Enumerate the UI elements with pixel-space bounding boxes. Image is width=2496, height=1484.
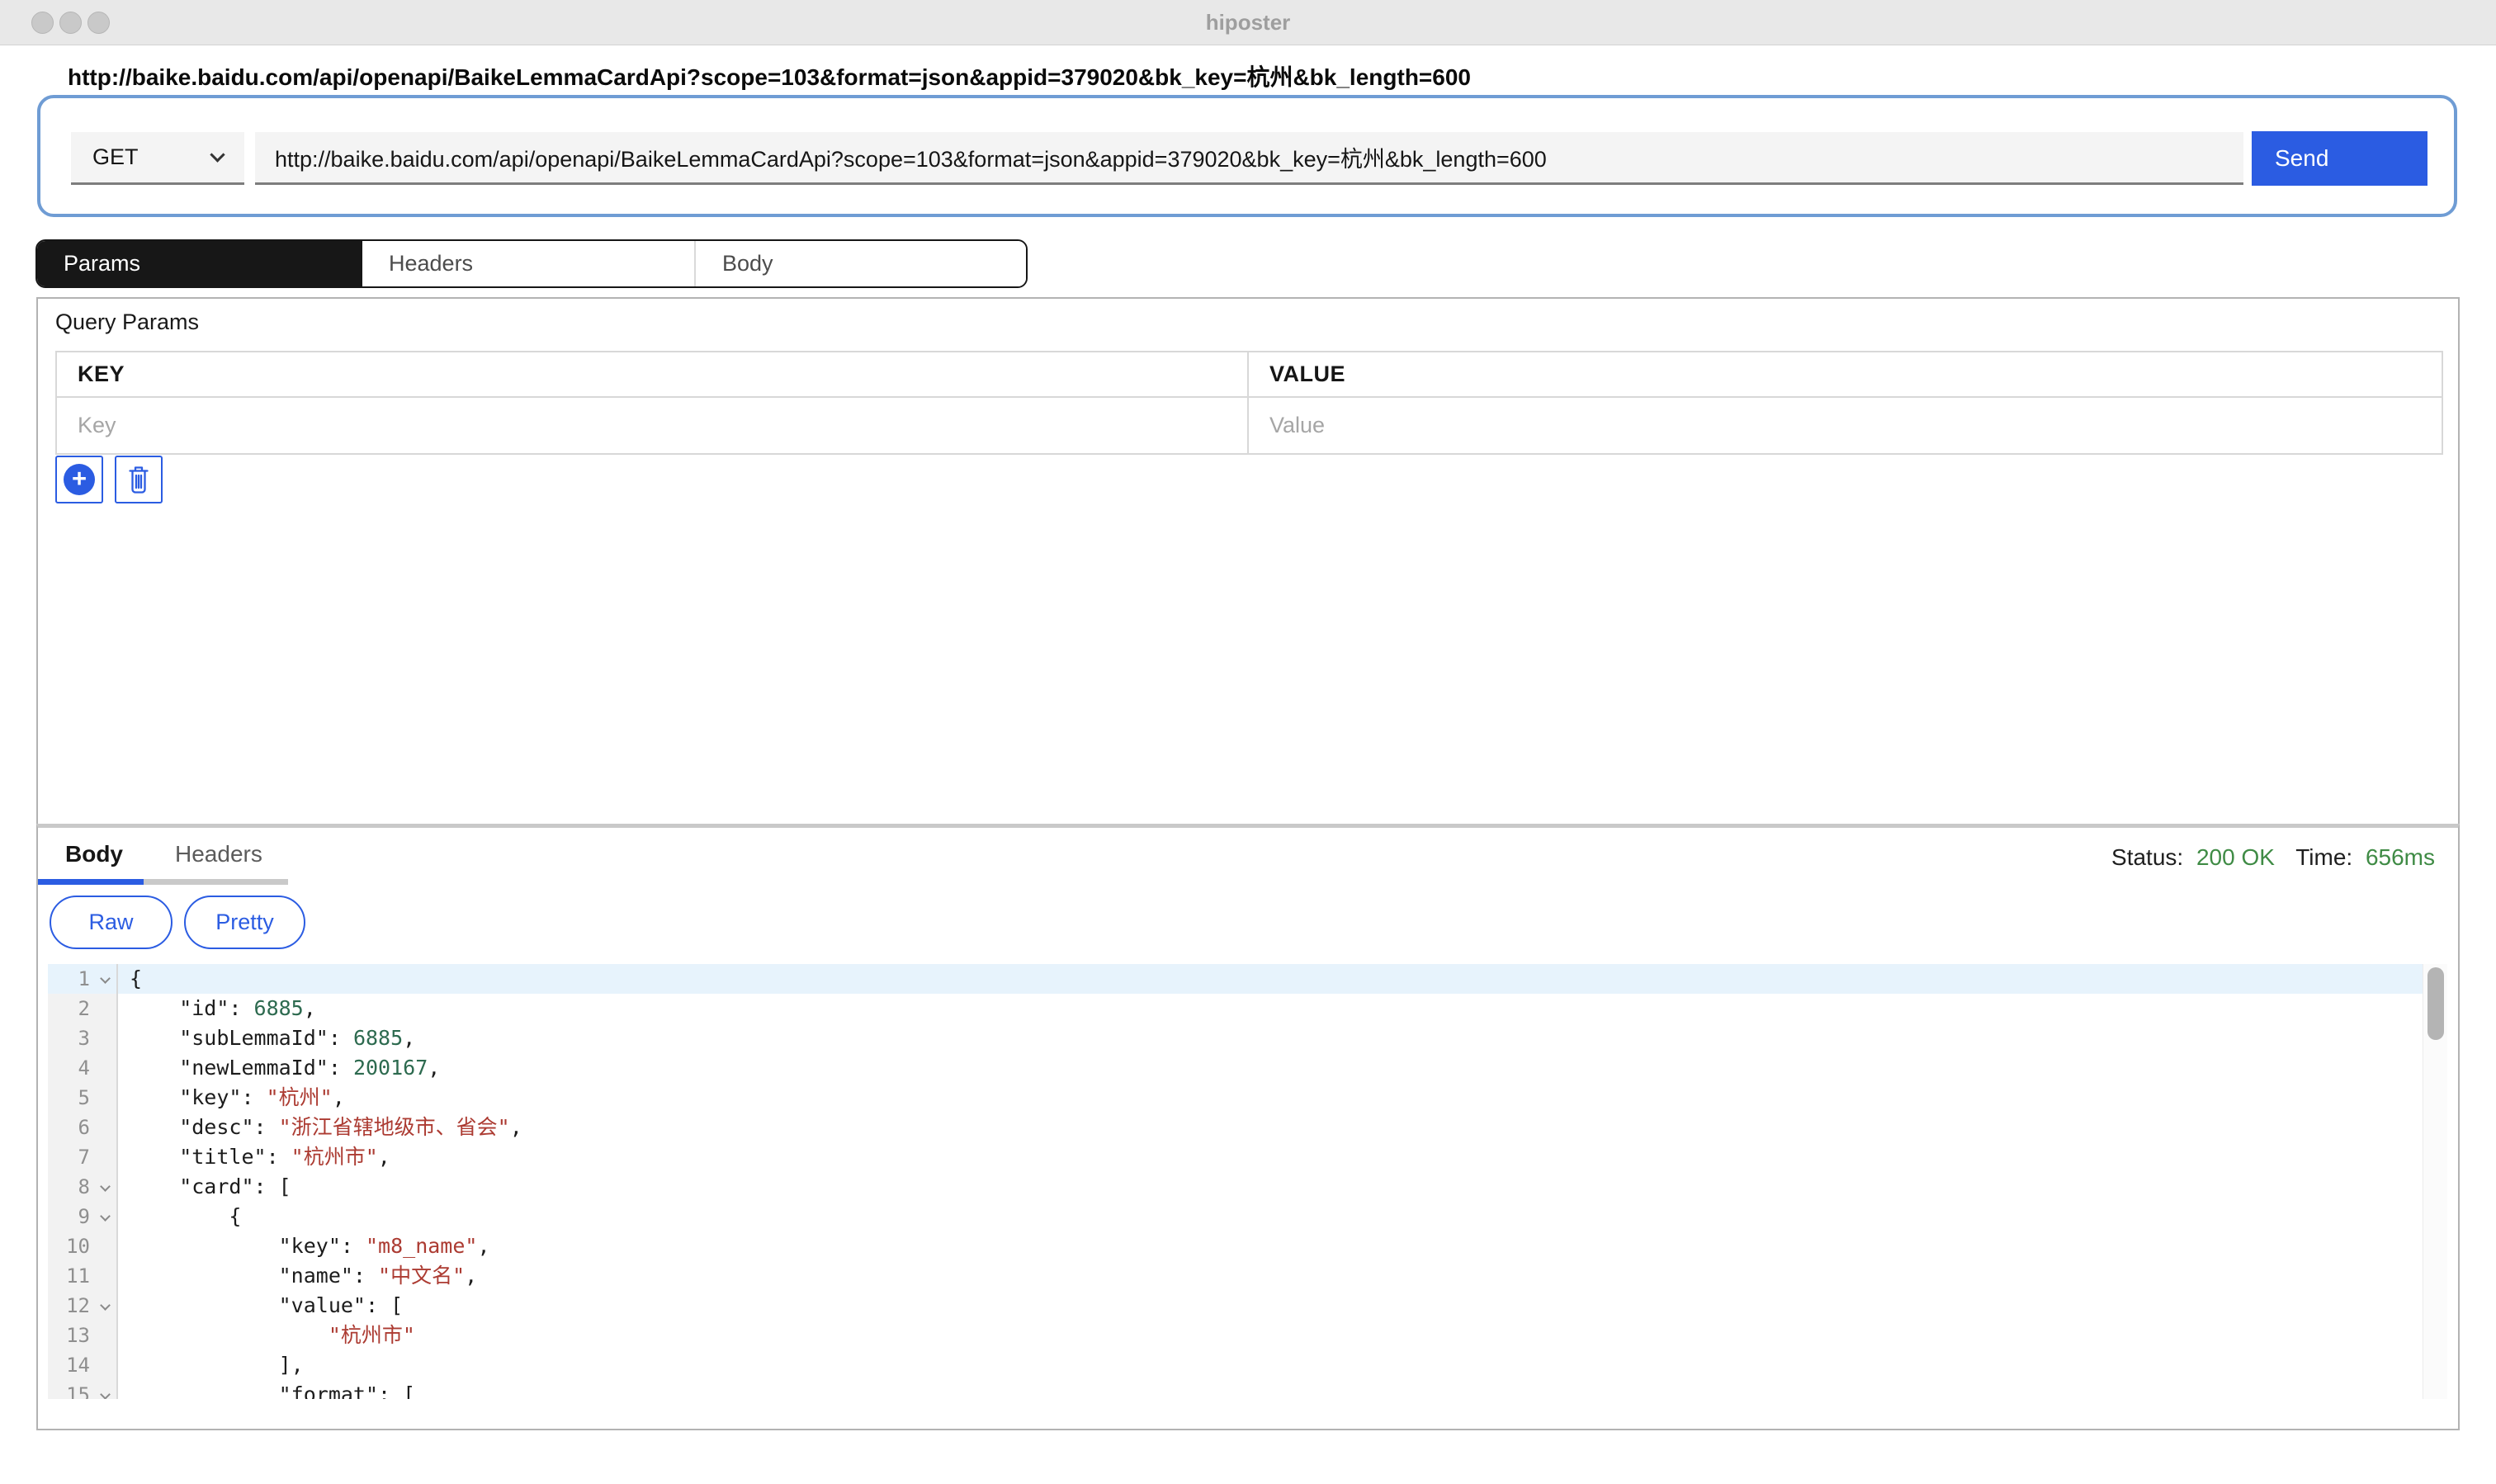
table-row <box>57 398 2442 453</box>
trash-icon <box>126 465 151 494</box>
code-line: 8 "card": [ <box>48 1172 2447 1202</box>
code-line: 11 "name": "中文名", <box>48 1261 2447 1291</box>
code-line-text: "id": 6885, <box>118 994 2447 1023</box>
tab-headers[interactable]: Headers <box>362 241 694 286</box>
column-header-value: VALUE <box>1249 352 1345 396</box>
line-number: 10 <box>48 1231 118 1261</box>
code-line: 1{ <box>48 964 2447 994</box>
code-line: 7 "title": "杭州市", <box>48 1142 2447 1172</box>
code-line-text: { <box>118 964 2447 994</box>
line-number: 14 <box>48 1350 118 1380</box>
line-number: 5 <box>48 1083 118 1113</box>
param-row-actions: + <box>55 456 163 503</box>
url-input[interactable] <box>255 132 2243 185</box>
send-button[interactable]: Send <box>2252 131 2427 186</box>
fold-chevron-icon[interactable] <box>100 1300 111 1311</box>
request-url-heading: http://baike.baidu.com/api/openapi/Baike… <box>68 59 1471 92</box>
delete-param-button[interactable] <box>115 456 163 503</box>
status-label: Status: <box>2111 844 2183 870</box>
method-select[interactable]: GET <box>71 132 244 185</box>
param-key-input[interactable] <box>57 398 1249 453</box>
code-line: 4 "newLemmaId": 200167, <box>48 1053 2447 1083</box>
fold-chevron-icon[interactable] <box>100 1389 111 1399</box>
query-params-title: Query Params <box>55 310 199 335</box>
code-line: 10 "key": "m8_name", <box>48 1231 2447 1261</box>
query-params-table: KEY VALUE <box>55 351 2443 455</box>
code-line: 13 "杭州市" <box>48 1321 2447 1350</box>
code-scrollbar[interactable] <box>2423 964 2447 1399</box>
code-line-text: "key": "杭州", <box>118 1083 2447 1113</box>
line-number: 11 <box>48 1261 118 1291</box>
method-value: GET <box>92 144 139 170</box>
line-number: 12 <box>48 1291 118 1321</box>
table-header-row: KEY VALUE <box>57 352 2442 398</box>
response-tab-headers[interactable]: Headers <box>144 828 288 885</box>
code-line-text: "name": "中文名", <box>118 1261 2447 1291</box>
plus-circle-icon: + <box>64 464 95 495</box>
line-number: 15 <box>48 1380 118 1399</box>
code-line-text: "杭州市" <box>118 1321 2447 1350</box>
code-line-text: ], <box>118 1350 2447 1380</box>
scrollbar-thumb[interactable] <box>2427 967 2444 1040</box>
line-number: 6 <box>48 1113 118 1142</box>
status-value: 200 OK <box>2196 844 2275 870</box>
window-title: hiposter <box>0 0 2496 45</box>
line-number: 13 <box>48 1321 118 1350</box>
body-view-switch: Raw Pretty <box>50 896 305 949</box>
chevron-down-icon <box>210 147 225 162</box>
response-tabs: Body Headers <box>38 828 288 885</box>
line-number: 4 <box>48 1053 118 1083</box>
titlebar: hiposter <box>0 0 2496 45</box>
column-header-key: KEY <box>57 352 1249 396</box>
line-number: 9 <box>48 1202 118 1231</box>
code-line: 9 { <box>48 1202 2447 1231</box>
line-number: 3 <box>48 1023 118 1053</box>
code-line-text: "format": [ <box>118 1380 2447 1399</box>
response-body-code[interactable]: 1{2 "id": 6885,3 "subLemmaId": 6885,4 "n… <box>48 964 2447 1399</box>
code-line: 14 ], <box>48 1350 2447 1380</box>
fold-chevron-icon[interactable] <box>100 973 111 984</box>
time-value: 656ms <box>2366 844 2435 870</box>
code-lines: 1{2 "id": 6885,3 "subLemmaId": 6885,4 "n… <box>48 964 2447 1399</box>
line-number: 8 <box>48 1172 118 1202</box>
add-param-button[interactable]: + <box>55 456 103 503</box>
response-tab-body[interactable]: Body <box>38 828 144 885</box>
line-number: 1 <box>48 964 118 994</box>
response-status-line: Status: 200 OK Time: 656ms <box>2111 844 2435 871</box>
code-line-text: { <box>118 1202 2447 1231</box>
code-line: 12 "value": [ <box>48 1291 2447 1321</box>
tab-body[interactable]: Body <box>694 241 1026 286</box>
tab-params[interactable]: Params <box>37 241 362 286</box>
line-number: 2 <box>48 994 118 1023</box>
raw-button[interactable]: Raw <box>50 896 173 949</box>
fold-chevron-icon[interactable] <box>100 1181 111 1192</box>
code-line-text: "desc": "浙江省辖地级市、省会", <box>118 1113 2447 1142</box>
response-panel: Body Headers Status: 200 OK Time: 656ms … <box>36 824 2460 1430</box>
code-line-text: "value": [ <box>118 1291 2447 1321</box>
code-line-text: "card": [ <box>118 1172 2447 1202</box>
fold-chevron-icon[interactable] <box>100 1211 111 1222</box>
request-bar: GET Send <box>37 95 2457 217</box>
app-window: hiposter http://baike.baidu.com/api/open… <box>0 0 2496 1484</box>
request-tabs: Params Headers Body <box>35 239 1028 288</box>
param-value-input[interactable] <box>1249 398 2442 453</box>
code-line: 5 "key": "杭州", <box>48 1083 2447 1113</box>
code-line-text: "subLemmaId": 6885, <box>118 1023 2447 1053</box>
time-label: Time: <box>2295 844 2352 870</box>
code-line: 6 "desc": "浙江省辖地级市、省会", <box>48 1113 2447 1142</box>
pretty-button[interactable]: Pretty <box>184 896 305 949</box>
code-line-text: "title": "杭州市", <box>118 1142 2447 1172</box>
code-line-text: "newLemmaId": 200167, <box>118 1053 2447 1083</box>
code-line: 3 "subLemmaId": 6885, <box>48 1023 2447 1053</box>
code-line: 2 "id": 6885, <box>48 994 2447 1023</box>
code-line: 15 "format": [ <box>48 1380 2447 1399</box>
code-line-text: "key": "m8_name", <box>118 1231 2447 1261</box>
line-number: 7 <box>48 1142 118 1172</box>
query-params-panel: Query Params KEY VALUE + <box>36 297 2460 824</box>
